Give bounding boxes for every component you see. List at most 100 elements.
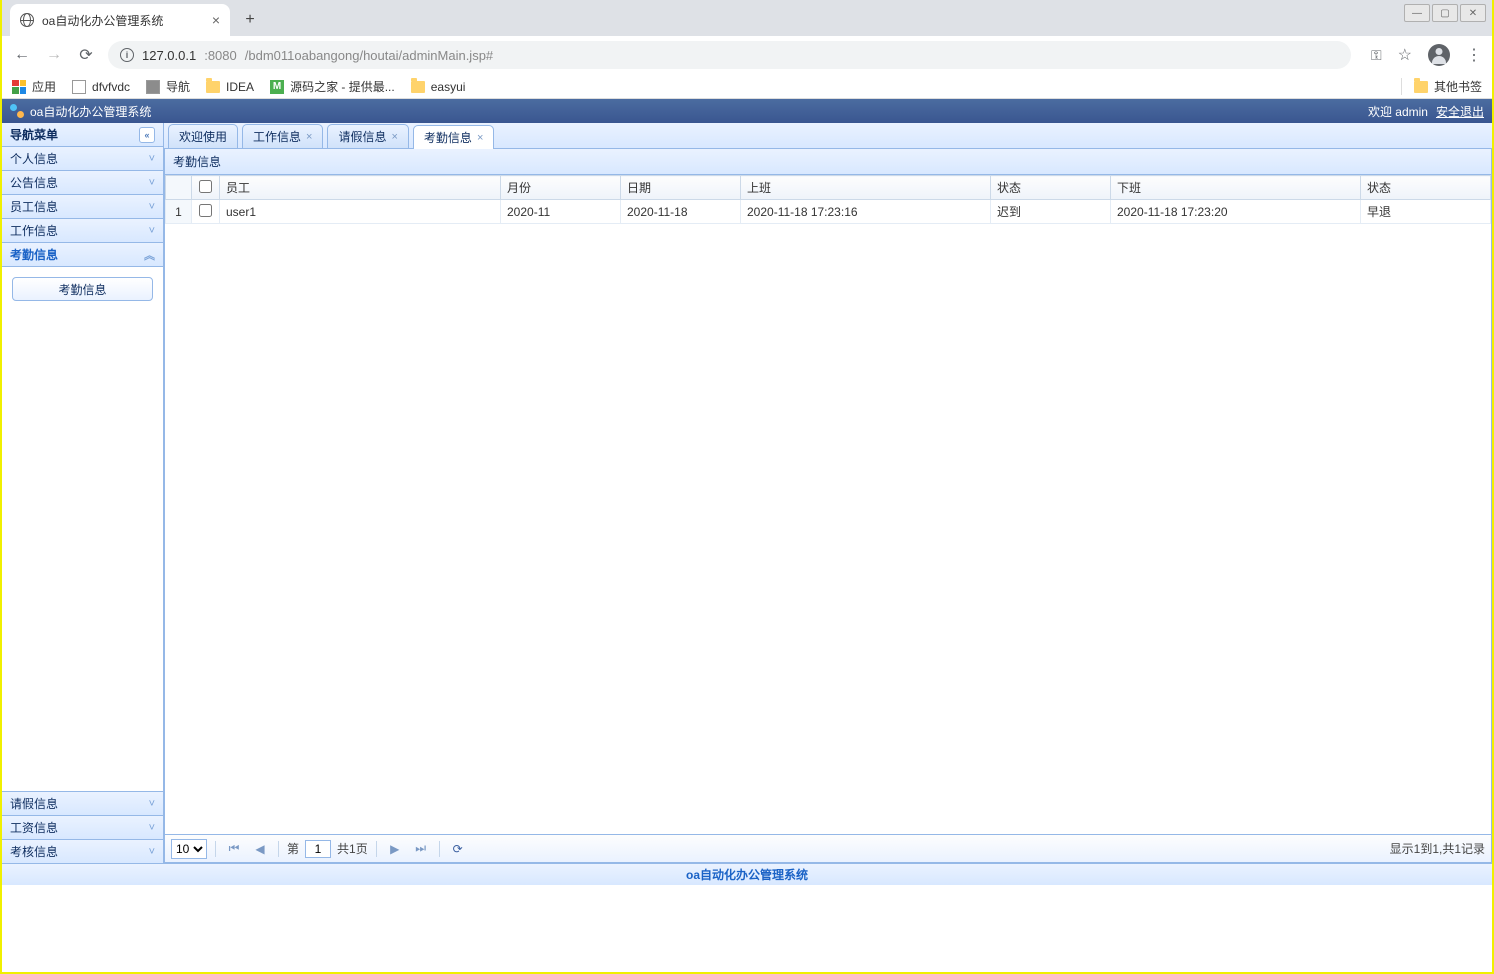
maximize-button[interactable]: ▢	[1432, 4, 1458, 22]
bookmark-item[interactable]: IDEA	[206, 80, 254, 94]
bookmark-item[interactable]: easyui	[411, 80, 466, 94]
rownum-header	[166, 176, 192, 200]
pager: 10 ⏮ ◀ 第 共1页 ▶ ⏭ ⟳ 显示1到1,共1记录	[165, 834, 1491, 862]
url-port: :8080	[204, 48, 237, 63]
apps-button[interactable]: 应用	[12, 78, 56, 95]
col-onwork[interactable]: 上班	[741, 176, 991, 200]
address-bar: ← → ⟳ i 127.0.0.1:8080/bdm011oabangong/h…	[2, 36, 1492, 74]
grid-wrap: 员工 月份 日期 上班 状态 下班 状态 1 us	[165, 175, 1491, 834]
folder-icon	[206, 81, 220, 93]
close-icon[interactable]: ×	[391, 131, 397, 143]
sidebar-item-personal[interactable]: 个人信息˅	[2, 147, 163, 171]
bookmark-bar: 应用 dfvfvdc 导航 IDEA M源码之家 - 提供最... easyui…	[2, 74, 1492, 99]
chevron-up-icon: ︽	[144, 247, 155, 263]
col-status2[interactable]: 状态	[1361, 176, 1491, 200]
content: 欢迎使用 工作信息× 请假信息× 考勤信息× 考勤信息 员工 月份 日期 上班	[164, 123, 1492, 863]
sidebar-item-salary[interactable]: 工资信息˅	[2, 815, 163, 839]
pager-info: 显示1到1,共1记录	[1390, 840, 1485, 857]
select-all-checkbox[interactable]	[199, 180, 212, 193]
profile-icon[interactable]	[1428, 44, 1450, 66]
site-info-icon[interactable]: i	[120, 48, 134, 62]
forward-button[interactable]: →	[44, 45, 64, 65]
key-icon[interactable]: ⚿	[1371, 47, 1382, 64]
col-status1[interactable]: 状态	[991, 176, 1111, 200]
bookmark-item[interactable]: 导航	[146, 78, 190, 95]
bookmark-item[interactable]: M源码之家 - 提供最...	[270, 78, 395, 95]
url-input[interactable]: i 127.0.0.1:8080/bdm011oabangong/houtai/…	[108, 41, 1351, 69]
col-offwork[interactable]: 下班	[1111, 176, 1361, 200]
apps-icon	[12, 80, 26, 94]
chevron-down-icon: ˅	[149, 153, 155, 165]
row-number: 1	[166, 200, 192, 224]
window-controls: — ▢ ✕	[1404, 4, 1486, 22]
other-bookmarks[interactable]: 其他书签	[1401, 78, 1482, 95]
main-area: 导航菜单 « 个人信息˅ 公告信息˅ 员工信息˅ 工作信息˅ 考勤信息︽ 考勤信…	[2, 123, 1492, 863]
table-row[interactable]: 1 user1 2020-11 2020-11-18 2020-11-18 17…	[166, 200, 1491, 224]
tab-leave[interactable]: 请假信息×	[327, 124, 408, 148]
sidebar-item-leave[interactable]: 请假信息˅	[2, 791, 163, 815]
page-size-select[interactable]: 10	[171, 839, 207, 859]
last-page-button[interactable]: ⏭	[411, 839, 431, 859]
bookmark-item[interactable]: dfvfvdc	[72, 80, 130, 94]
sidebar-item-assess[interactable]: 考核信息˅	[2, 839, 163, 863]
new-tab-button[interactable]: +	[236, 6, 264, 34]
cell-onwork: 2020-11-18 17:23:16	[741, 200, 991, 224]
cell-offwork: 2020-11-18 17:23:20	[1111, 200, 1361, 224]
sidebar-bottom: 请假信息˅ 工资信息˅ 考核信息˅	[2, 791, 163, 863]
data-grid: 员工 月份 日期 上班 状态 下班 状态 1 us	[165, 175, 1491, 224]
col-employee[interactable]: 员工	[220, 176, 501, 200]
chevron-down-icon: ˅	[149, 225, 155, 237]
close-icon[interactable]: ×	[306, 131, 312, 143]
attendance-info-button[interactable]: 考勤信息	[12, 277, 153, 301]
panel-title: 考勤信息	[165, 149, 1491, 175]
app-title: oa自动化办公管理系统	[30, 103, 151, 120]
page-input[interactable]	[305, 840, 331, 858]
sidebar-item-notice[interactable]: 公告信息˅	[2, 171, 163, 195]
page-icon	[146, 80, 160, 94]
tab-strip: oa自动化办公管理系统 × + — ▢ ✕	[2, 0, 1492, 36]
tab-work[interactable]: 工作信息×	[242, 124, 323, 148]
app-header: oa自动化办公管理系统 欢迎 admin 安全退出	[2, 99, 1492, 123]
cell-status1: 迟到	[991, 200, 1111, 224]
first-page-button[interactable]: ⏮	[224, 839, 244, 859]
sidebar-item-work[interactable]: 工作信息˅	[2, 219, 163, 243]
sidebar: 导航菜单 « 个人信息˅ 公告信息˅ 员工信息˅ 工作信息˅ 考勤信息︽ 考勤信…	[2, 123, 164, 863]
cell-month: 2020-11	[501, 200, 621, 224]
col-month[interactable]: 月份	[501, 176, 621, 200]
checkbox-header	[192, 176, 220, 200]
folder-icon	[1414, 81, 1428, 93]
footer: oa自动化办公管理系统	[2, 863, 1492, 885]
tab-attendance[interactable]: 考勤信息×	[413, 125, 494, 149]
row-checkbox[interactable]	[199, 204, 212, 217]
globe-icon	[20, 13, 34, 27]
cell-employee: user1	[220, 200, 501, 224]
browser-chrome: oa自动化办公管理系统 × + — ▢ ✕ ← → ⟳ i 127.0.0.1:…	[2, 0, 1492, 99]
logout-link[interactable]: 安全退出	[1436, 103, 1484, 120]
cell-status2: 早退	[1361, 200, 1491, 224]
reload-button[interactable]: ⟳	[76, 45, 96, 65]
sidebar-item-attendance[interactable]: 考勤信息︽	[2, 243, 163, 267]
sidebar-title: 导航菜单 «	[2, 123, 163, 147]
page-icon	[72, 80, 86, 94]
next-page-button[interactable]: ▶	[385, 839, 405, 859]
tab-title: oa自动化办公管理系统	[42, 12, 163, 29]
back-button[interactable]: ←	[12, 45, 32, 65]
chevron-down-icon: ˅	[149, 177, 155, 189]
browser-tab[interactable]: oa自动化办公管理系统 ×	[10, 4, 230, 36]
page-label-post: 共1页	[337, 840, 368, 857]
menu-icon[interactable]: ⋮	[1466, 45, 1482, 65]
content-tabs: 欢迎使用 工作信息× 请假信息× 考勤信息×	[164, 123, 1492, 149]
refresh-button[interactable]: ⟳	[448, 839, 468, 859]
col-date[interactable]: 日期	[621, 176, 741, 200]
star-icon[interactable]: ☆	[1398, 45, 1412, 65]
tab-welcome[interactable]: 欢迎使用	[168, 124, 238, 148]
sidebar-item-employee[interactable]: 员工信息˅	[2, 195, 163, 219]
app-logo-icon	[10, 104, 24, 118]
close-window-button[interactable]: ✕	[1460, 4, 1486, 22]
folder-icon	[411, 81, 425, 93]
prev-page-button[interactable]: ◀	[250, 839, 270, 859]
close-icon[interactable]: ×	[477, 132, 483, 144]
collapse-icon[interactable]: «	[139, 127, 155, 143]
minimize-button[interactable]: —	[1404, 4, 1430, 22]
close-icon[interactable]: ×	[212, 12, 220, 28]
